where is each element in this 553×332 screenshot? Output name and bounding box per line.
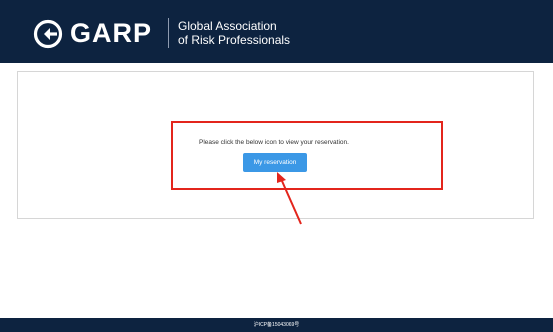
tagline: Global Association of Risk Professionals (178, 19, 290, 47)
my-reservation-button[interactable]: My reservation (243, 153, 307, 172)
tagline-line-1: Global Association (178, 19, 277, 33)
footer-text: 沪ICP备15043069号 (253, 322, 300, 328)
tagline-line-2: of Risk Professionals (178, 33, 291, 47)
page: GARP Global Association of Risk Professi… (0, 0, 553, 332)
logo-divider (168, 18, 169, 48)
garp-logo-icon (33, 19, 63, 49)
highlight-box (171, 121, 443, 190)
footer: 沪ICP备15043069号 (0, 318, 553, 332)
logo-wordmark[interactable]: GARP (70, 16, 152, 50)
header: GARP Global Association of Risk Professi… (0, 0, 553, 63)
instruction-message: Please click the below icon to view your… (199, 139, 349, 146)
